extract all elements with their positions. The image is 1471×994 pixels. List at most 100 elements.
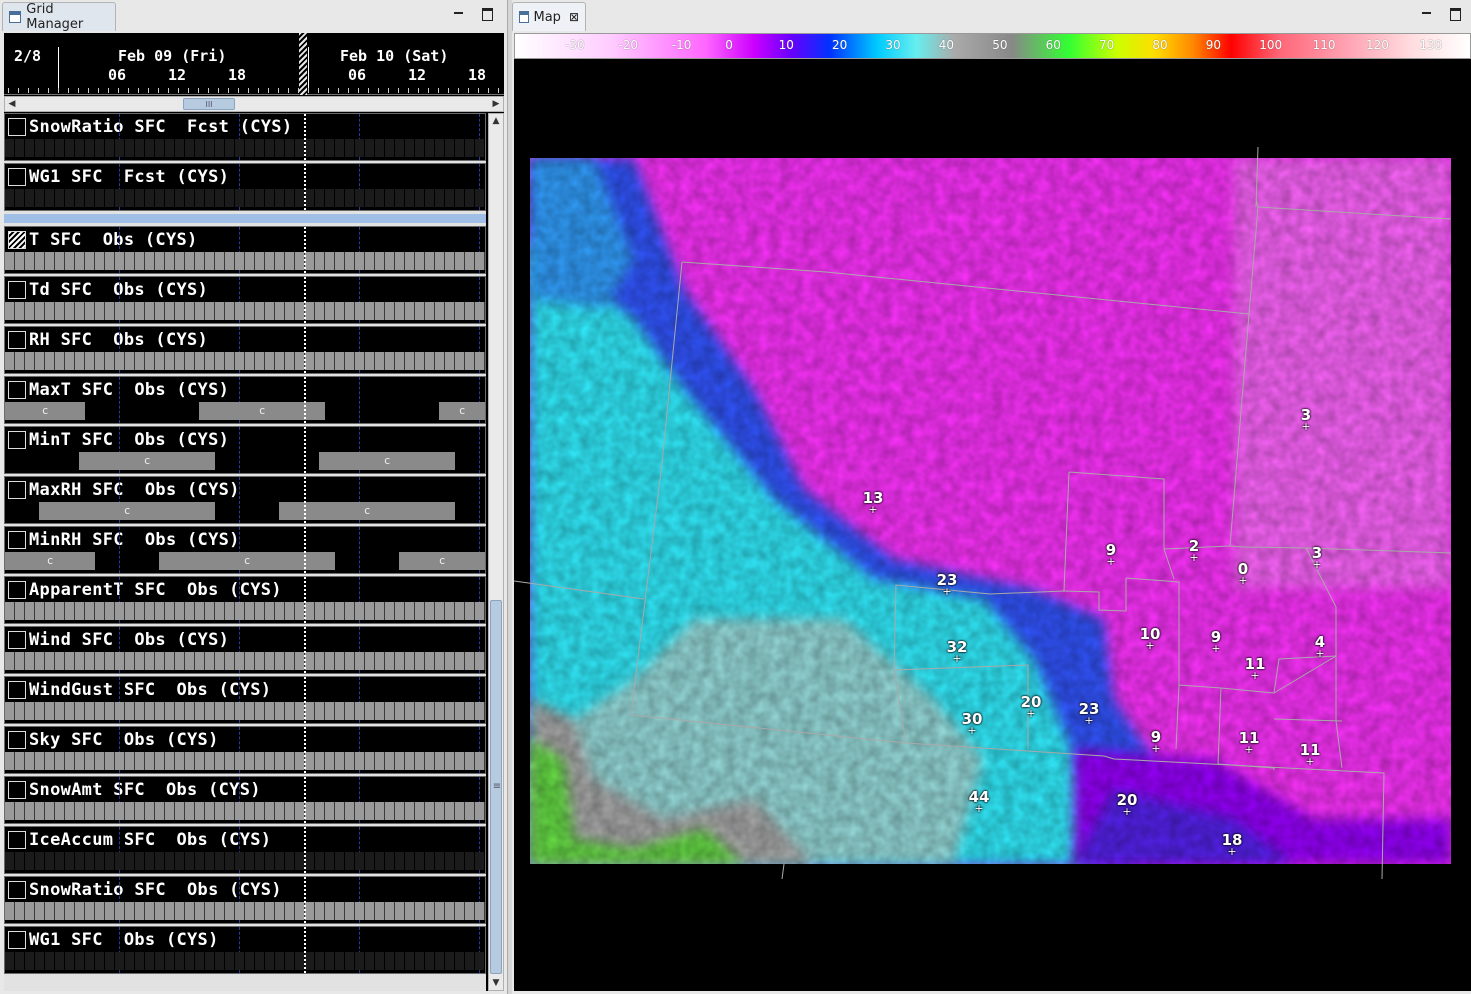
parm-select-checkbox[interactable] (8, 531, 26, 549)
scroll-right-arrow-icon[interactable]: ▶ (489, 97, 503, 111)
station-value[interactable]: 13 + (863, 491, 884, 516)
station-value[interactable]: 20 + (1021, 695, 1042, 720)
station-value[interactable]: 3 + (1301, 408, 1311, 433)
grid-parm-row[interactable]: MaxT SFC Obs (CYS) c c c (4, 376, 486, 424)
minimize-button[interactable] (452, 6, 466, 20)
station-value[interactable]: 30 + (962, 712, 983, 737)
grid-parm-row[interactable]: WindGust SFC Obs (CYS) (4, 676, 486, 724)
maximize-button[interactable] (480, 6, 494, 21)
parm-select-checkbox[interactable] (8, 381, 26, 399)
grid-parm-row[interactable]: Wind SFC Obs (CYS) (4, 626, 486, 674)
station-value[interactable]: 9 + (1106, 543, 1116, 568)
grid-block[interactable]: c (5, 402, 85, 420)
grid-block-strip[interactable] (5, 902, 485, 920)
grid-parm-row[interactable]: RH SFC Obs (CYS) (4, 326, 486, 374)
grid-block[interactable]: c (39, 502, 215, 520)
map-canvas[interactable]: -30 -20 -10 0 10 20 30 40 50 60 70 80 90 100 110 120 130 (514, 33, 1471, 991)
grid-parm-row[interactable]: IceAccum SFC Obs (CYS) (4, 826, 486, 874)
station-value[interactable]: 10 + (1140, 627, 1161, 652)
grid-manager-tab[interactable]: Grid Manager (2, 2, 116, 32)
grid-parm-row[interactable]: WG1 SFC Obs (CYS) (4, 926, 486, 974)
grid-parm-row[interactable]: SnowRatio SFC Obs (CYS) (4, 876, 486, 924)
parm-select-checkbox[interactable] (8, 781, 26, 799)
station-value[interactable]: 23 + (1079, 702, 1100, 727)
parm-select-checkbox[interactable] (8, 581, 26, 599)
grid-block-strip[interactable] (5, 652, 485, 670)
parm-select-checkbox[interactable] (8, 118, 26, 136)
grid-block[interactable]: c (439, 402, 485, 420)
temperature-colorbar[interactable]: -30 -20 -10 0 10 20 30 40 50 60 70 80 90 100 110 120 130 (514, 33, 1471, 59)
station-value[interactable]: 20 + (1117, 793, 1138, 818)
maximize-button[interactable] (1448, 6, 1462, 21)
parm-select-checkbox[interactable] (8, 281, 26, 299)
parm-select-checkbox[interactable] (8, 481, 26, 499)
grid-parm-row[interactable]: WG1 SFC Fcst (CYS) (4, 163, 486, 211)
grid-block-strip[interactable] (5, 752, 485, 770)
grid-parm-row[interactable]: ApparentT SFC Obs (CYS) (4, 576, 486, 624)
scroll-up-arrow-icon[interactable]: ▲ (489, 114, 503, 128)
grid-block-strip[interactable] (5, 352, 485, 370)
colorbar-tick-label: 100 (1259, 38, 1283, 52)
parm-select-checkbox[interactable] (8, 731, 26, 749)
station-value[interactable]: 11 + (1245, 657, 1266, 682)
parm-select-checkbox[interactable] (8, 431, 26, 449)
grid-block[interactable]: c (399, 552, 485, 570)
grid-block-strip[interactable] (5, 702, 485, 720)
grid-block-strip[interactable] (5, 852, 485, 870)
time-tick (378, 88, 379, 93)
grid-block[interactable]: c (319, 452, 455, 470)
parm-select-checkbox[interactable] (8, 331, 26, 349)
parm-select-checkbox[interactable] (8, 931, 26, 949)
grid-block-strip[interactable] (5, 139, 485, 157)
scroll-left-arrow-icon[interactable]: ◀ (5, 97, 19, 111)
parm-select-checkbox[interactable] (8, 831, 26, 849)
station-value[interactable]: 32 + (947, 640, 968, 665)
station-value[interactable]: 4 + (1315, 635, 1325, 660)
parm-select-checkbox[interactable] (8, 231, 26, 249)
grid-block-strip[interactable] (5, 952, 485, 970)
time-tick (218, 88, 219, 93)
hscroll-thumb[interactable]: III (183, 98, 235, 110)
grid-parm-row[interactable]: Sky SFC Obs (CYS) (4, 726, 486, 774)
minimize-button[interactable] (1420, 6, 1434, 20)
station-value[interactable]: 3 + (1312, 546, 1322, 571)
grid-block-strip[interactable] (5, 802, 485, 820)
station-value[interactable]: 9 + (1211, 630, 1221, 655)
station-value[interactable]: 11 + (1300, 743, 1321, 768)
grid-block[interactable]: c (5, 552, 95, 570)
station-value[interactable]: 0 + (1238, 562, 1248, 587)
parm-select-checkbox[interactable] (8, 631, 26, 649)
grid-parm-row[interactable]: MinRH SFC Obs (CYS) c c c (4, 526, 486, 574)
grid-parm-row[interactable]: MinT SFC Obs (CYS) c c (4, 426, 486, 474)
station-value[interactable]: 11 + (1239, 731, 1260, 756)
close-icon[interactable]: ⊠ (569, 10, 579, 24)
time-horizontal-scrollbar[interactable]: ◀ III ▶ (4, 96, 504, 112)
vscroll-thumb[interactable]: ≡ (490, 600, 502, 974)
grid-block-strip[interactable] (5, 252, 485, 270)
station-value[interactable]: 18 + (1222, 833, 1243, 858)
station-value[interactable]: 2 + (1189, 539, 1199, 564)
rows-vertical-scrollbar[interactable]: ▲ ≡ ▼ (488, 113, 504, 991)
grid-block-strip[interactable] (5, 302, 485, 320)
parm-label: WG1 SFC Fcst (CYS) (29, 167, 230, 187)
parm-select-checkbox[interactable] (8, 681, 26, 699)
grid-parm-row[interactable]: T SFC Obs (CYS) (4, 226, 486, 274)
map-tab[interactable]: Map ⊠ (512, 2, 586, 31)
station-value[interactable]: 44 + (969, 790, 990, 815)
station-value[interactable]: 23 + (937, 573, 958, 598)
grid-block-strip[interactable] (5, 189, 485, 207)
station-value[interactable]: 9 + (1151, 730, 1161, 755)
parm-select-checkbox[interactable] (8, 168, 26, 186)
grid-parm-row[interactable]: Td SFC Obs (CYS) (4, 276, 486, 324)
grid-parm-row[interactable]: MaxRH SFC Obs (CYS) c c (4, 476, 486, 524)
time-scale-bar[interactable]: 2/8 Feb 09 (Fri) Feb 10 (Sat) 06 12 18 0… (4, 33, 504, 95)
grid-parm-row[interactable]: SnowRatio SFC Fcst (CYS) (4, 113, 486, 161)
parm-select-checkbox[interactable] (8, 881, 26, 899)
grid-block-strip[interactable] (5, 602, 485, 620)
grid-parm-row[interactable]: SnowAmt SFC Obs (CYS) (4, 776, 486, 824)
grid-block[interactable]: c (159, 552, 335, 570)
temperature-grid-map[interactable] (514, 59, 1471, 991)
grid-block[interactable]: c (199, 402, 325, 420)
grid-block[interactable]: c (79, 452, 215, 470)
scroll-down-arrow-icon[interactable]: ▼ (489, 976, 503, 990)
